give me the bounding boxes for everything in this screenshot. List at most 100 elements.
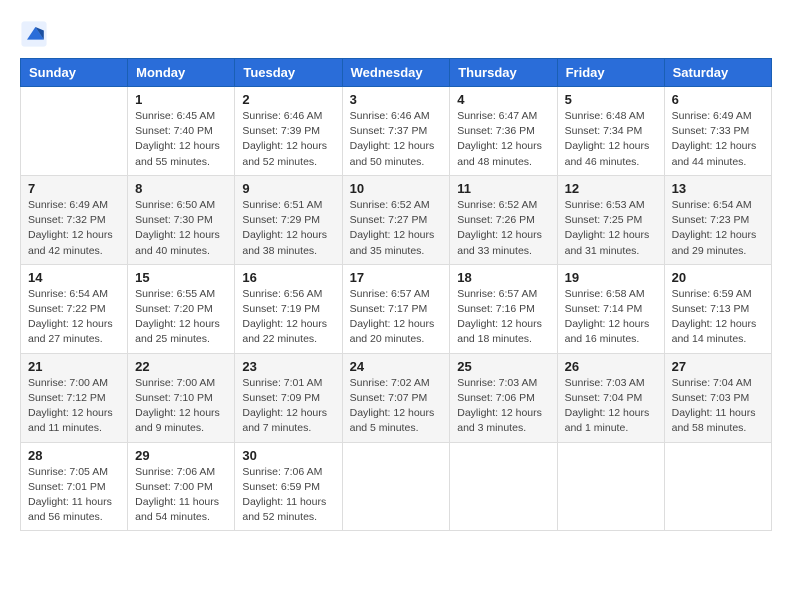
day-info-25: Sunrise: 7:03 AMSunset: 7:06 PMDaylight:…: [457, 376, 549, 437]
day-info-8: Sunrise: 6:50 AMSunset: 7:30 PMDaylight:…: [135, 198, 227, 259]
day-info-15: Sunrise: 6:55 AMSunset: 7:20 PMDaylight:…: [135, 287, 227, 348]
weekday-header-friday: Friday: [557, 59, 664, 87]
weekday-header-sunday: Sunday: [21, 59, 128, 87]
day-info-3: Sunrise: 6:46 AMSunset: 7:37 PMDaylight:…: [350, 109, 443, 170]
day-info-6: Sunrise: 6:49 AMSunset: 7:33 PMDaylight:…: [672, 109, 764, 170]
page-header: [20, 20, 772, 48]
day-info-26: Sunrise: 7:03 AMSunset: 7:04 PMDaylight:…: [565, 376, 657, 437]
day-cell-25: 25 Sunrise: 7:03 AMSunset: 7:06 PMDayligh…: [450, 353, 557, 442]
day-number-21: 21: [28, 359, 120, 374]
day-cell-19: 19 Sunrise: 6:58 AMSunset: 7:14 PMDayligh…: [557, 264, 664, 353]
day-cell-21: 21 Sunrise: 7:00 AMSunset: 7:12 PMDayligh…: [21, 353, 128, 442]
day-number-25: 25: [457, 359, 549, 374]
day-cell-14: 14Sunrise: 6:54 AMSunset: 7:22 PMDayligh…: [21, 264, 128, 353]
weekday-header-monday: Monday: [128, 59, 235, 87]
day-number-22: 22: [135, 359, 227, 374]
day-info-30: Sunrise: 7:06 AMSunset: 6:59 PMDaylight:…: [242, 465, 334, 526]
day-cell-11: 11Sunrise: 6:52 AMSunset: 7:26 PMDayligh…: [450, 175, 557, 264]
day-cell-22: 22 Sunrise: 7:00 AMSunset: 7:10 PMDayligh…: [128, 353, 235, 442]
day-cell-29: 29 Sunrise: 7:06 AMSunset: 7:00 PMDayligh…: [128, 442, 235, 531]
day-number-1: 1: [135, 92, 227, 107]
day-number-2: 2: [242, 92, 334, 107]
day-number-29: 29: [135, 448, 227, 463]
week-row-5: 28 Sunrise: 7:05 AMSunset: 7:01 PMDayligh…: [21, 442, 772, 531]
day-info-24: Sunrise: 7:02 AMSunset: 7:07 PMDaylight:…: [350, 376, 443, 437]
day-number-15: 15: [135, 270, 227, 285]
day-cell-24: 24 Sunrise: 7:02 AMSunset: 7:07 PMDayligh…: [342, 353, 450, 442]
empty-cell-4-5: [557, 442, 664, 531]
day-cell-1: 1Sunrise: 6:45 AMSunset: 7:40 PMDaylight…: [128, 87, 235, 176]
day-info-27: Sunrise: 7:04 AMSunset: 7:03 PMDaylight:…: [672, 376, 764, 437]
day-cell-10: 10 Sunrise: 6:52 AMSunset: 7:27 PMDayligh…: [342, 175, 450, 264]
day-cell-8: 8Sunrise: 6:50 AMSunset: 7:30 PMDaylight…: [128, 175, 235, 264]
day-number-5: 5: [565, 92, 657, 107]
day-number-28: 28: [28, 448, 120, 463]
week-row-1: 1Sunrise: 6:45 AMSunset: 7:40 PMDaylight…: [21, 87, 772, 176]
day-number-9: 9: [242, 181, 334, 196]
weekday-header-tuesday: Tuesday: [235, 59, 342, 87]
day-info-11: Sunrise: 6:52 AMSunset: 7:26 PMDaylight:…: [457, 198, 549, 259]
day-number-6: 6: [672, 92, 764, 107]
weekday-header-row: SundayMondayTuesdayWednesdayThursdayFrid…: [21, 59, 772, 87]
day-info-12: Sunrise: 6:53 AMSunset: 7:25 PMDaylight:…: [565, 198, 657, 259]
empty-cell-4-6: [664, 442, 771, 531]
day-info-28: Sunrise: 7:05 AMSunset: 7:01 PMDaylight:…: [28, 465, 120, 526]
day-number-7: 7: [28, 181, 120, 196]
day-info-5: Sunrise: 6:48 AMSunset: 7:34 PMDaylight:…: [565, 109, 657, 170]
day-cell-5: 5 Sunrise: 6:48 AMSunset: 7:34 PMDaylight…: [557, 87, 664, 176]
day-cell-6: 6 Sunrise: 6:49 AMSunset: 7:33 PMDaylight…: [664, 87, 771, 176]
day-cell-28: 28 Sunrise: 7:05 AMSunset: 7:01 PMDayligh…: [21, 442, 128, 531]
week-row-2: 7 Sunrise: 6:49 AMSunset: 7:32 PMDaylight…: [21, 175, 772, 264]
day-info-10: Sunrise: 6:52 AMSunset: 7:27 PMDaylight:…: [350, 198, 443, 259]
day-cell-20: 20 Sunrise: 6:59 AMSunset: 7:13 PMDayligh…: [664, 264, 771, 353]
day-info-19: Sunrise: 6:58 AMSunset: 7:14 PMDaylight:…: [565, 287, 657, 348]
day-info-7: Sunrise: 6:49 AMSunset: 7:32 PMDaylight:…: [28, 198, 120, 259]
day-number-4: 4: [457, 92, 549, 107]
day-cell-9: 9 Sunrise: 6:51 AMSunset: 7:29 PMDaylight…: [235, 175, 342, 264]
day-info-20: Sunrise: 6:59 AMSunset: 7:13 PMDaylight:…: [672, 287, 764, 348]
day-cell-13: 13 Sunrise: 6:54 AMSunset: 7:23 PMDayligh…: [664, 175, 771, 264]
week-row-4: 21 Sunrise: 7:00 AMSunset: 7:12 PMDayligh…: [21, 353, 772, 442]
day-info-9: Sunrise: 6:51 AMSunset: 7:29 PMDaylight:…: [242, 198, 334, 259]
day-number-30: 30: [242, 448, 334, 463]
day-number-24: 24: [350, 359, 443, 374]
day-cell-15: 15 Sunrise: 6:55 AMSunset: 7:20 PMDayligh…: [128, 264, 235, 353]
day-cell-7: 7 Sunrise: 6:49 AMSunset: 7:32 PMDaylight…: [21, 175, 128, 264]
day-number-26: 26: [565, 359, 657, 374]
day-info-22: Sunrise: 7:00 AMSunset: 7:10 PMDaylight:…: [135, 376, 227, 437]
day-info-16: Sunrise: 6:56 AMSunset: 7:19 PMDaylight:…: [242, 287, 334, 348]
logo-icon: [20, 20, 48, 48]
day-number-19: 19: [565, 270, 657, 285]
day-number-13: 13: [672, 181, 764, 196]
day-number-16: 16: [242, 270, 334, 285]
day-number-20: 20: [672, 270, 764, 285]
day-number-18: 18: [457, 270, 549, 285]
day-cell-3: 3 Sunrise: 6:46 AMSunset: 7:37 PMDaylight…: [342, 87, 450, 176]
day-cell-17: 17Sunrise: 6:57 AMSunset: 7:17 PMDayligh…: [342, 264, 450, 353]
day-info-17: Sunrise: 6:57 AMSunset: 7:17 PMDaylight:…: [350, 287, 443, 348]
calendar-table: SundayMondayTuesdayWednesdayThursdayFrid…: [20, 58, 772, 531]
day-cell-26: 26 Sunrise: 7:03 AMSunset: 7:04 PMDayligh…: [557, 353, 664, 442]
day-info-18: Sunrise: 6:57 AMSunset: 7:16 PMDaylight:…: [457, 287, 549, 348]
empty-cell-4-3: [342, 442, 450, 531]
day-info-13: Sunrise: 6:54 AMSunset: 7:23 PMDaylight:…: [672, 198, 764, 259]
day-number-23: 23: [242, 359, 334, 374]
weekday-header-wednesday: Wednesday: [342, 59, 450, 87]
weekday-header-saturday: Saturday: [664, 59, 771, 87]
day-number-12: 12: [565, 181, 657, 196]
empty-cell-4-4: [450, 442, 557, 531]
day-info-2: Sunrise: 6:46 AMSunset: 7:39 PMDaylight:…: [242, 109, 334, 170]
logo: [20, 20, 52, 48]
day-cell-4: 4 Sunrise: 6:47 AMSunset: 7:36 PMDaylight…: [450, 87, 557, 176]
day-info-23: Sunrise: 7:01 AMSunset: 7:09 PMDaylight:…: [242, 376, 334, 437]
day-info-21: Sunrise: 7:00 AMSunset: 7:12 PMDaylight:…: [28, 376, 120, 437]
day-number-27: 27: [672, 359, 764, 374]
day-info-4: Sunrise: 6:47 AMSunset: 7:36 PMDaylight:…: [457, 109, 549, 170]
day-cell-2: 2 Sunrise: 6:46 AMSunset: 7:39 PMDaylight…: [235, 87, 342, 176]
day-cell-16: 16 Sunrise: 6:56 AMSunset: 7:19 PMDayligh…: [235, 264, 342, 353]
day-number-14: 14: [28, 270, 120, 285]
day-number-10: 10: [350, 181, 443, 196]
day-info-29: Sunrise: 7:06 AMSunset: 7:00 PMDaylight:…: [135, 465, 227, 526]
day-number-3: 3: [350, 92, 443, 107]
day-cell-27: 27 Sunrise: 7:04 AMSunset: 7:03 PMDayligh…: [664, 353, 771, 442]
